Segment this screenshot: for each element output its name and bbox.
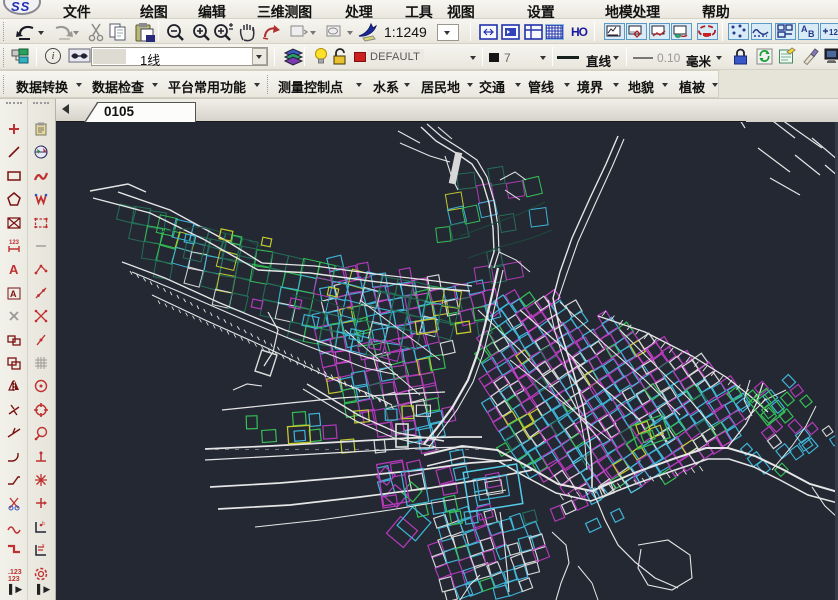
svg-text:123: 123 xyxy=(8,576,20,582)
svg-text:123: 123 xyxy=(9,240,20,246)
svg-text:x: x xyxy=(42,543,45,549)
svg-text:A: A xyxy=(9,262,19,277)
svg-text:.123: .123 xyxy=(8,569,22,576)
svg-text:A: A xyxy=(10,289,17,299)
svg-text:A: A xyxy=(801,24,808,34)
svg-text:123: 123 xyxy=(829,28,838,37)
svg-text:b: b xyxy=(42,521,45,527)
svg-text:B: B xyxy=(808,29,815,39)
